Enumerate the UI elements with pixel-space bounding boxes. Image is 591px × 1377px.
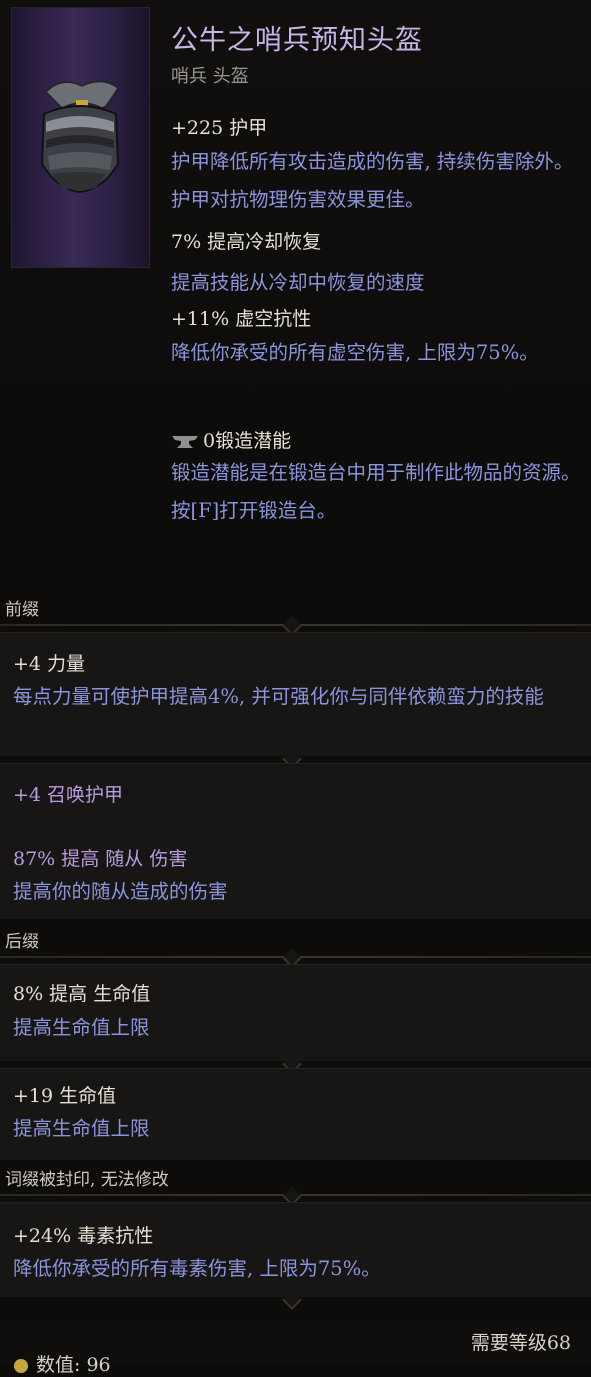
- item-type: 哨兵 头盔: [171, 66, 249, 87]
- anvil-icon: [172, 436, 198, 448]
- item-value-text: 数值: 96: [36, 1354, 111, 1376]
- affix-stat: +4 力量: [13, 653, 86, 675]
- affix-stat-secondary: 87% 提高 随从 伤害: [13, 848, 188, 870]
- forge-potential-value: 0锻造潜能: [203, 430, 292, 452]
- forge-potential-description: 锻造潜能是在锻造台中用于制作此物品的资源。按[F]打开锻造台。: [171, 461, 581, 522]
- required-level: 需要等级68: [470, 1332, 571, 1354]
- suffix-affix-health-flat[interactable]: +19 生命值 提高生命值上限: [0, 1068, 591, 1160]
- affix-description: 提高你的随从造成的伤害: [13, 880, 228, 903]
- cooldown-stat: 7% 提高冷却恢复: [171, 231, 322, 253]
- void-resistance-description: 降低你承受的所有虚空伤害, 上限为75%。: [171, 341, 539, 364]
- affix-description: 降低你承受的所有毒素伤害, 上限为75%。: [13, 1257, 381, 1280]
- affix-stat: +4 召唤护甲: [13, 784, 124, 806]
- armor-stat: +225 护甲: [171, 117, 268, 139]
- item-name: 公牛之哨兵预知头盔: [171, 25, 423, 56]
- affix-description: 每点力量可使护甲提高4%, 并可强化你与同伴依赖蛮力的技能: [13, 685, 544, 708]
- armor-description: 护甲降低所有攻击造成的伤害, 持续伤害除外。护甲对抗物理伤害效果更佳。: [171, 150, 574, 211]
- affix-stat: +24% 毒素抗性: [13, 1225, 154, 1247]
- affix-stat: 8% 提高 生命值: [13, 983, 151, 1005]
- void-resistance-stat: +11% 虚空抗性: [171, 308, 312, 330]
- affix-stat: +19 生命值: [13, 1085, 117, 1107]
- prefix-affix-strength[interactable]: +4 力量 每点力量可使护甲提高4%, 并可强化你与同伴依赖蛮力的技能: [0, 632, 591, 756]
- prefix-affix-minion[interactable]: +4 召唤护甲 87% 提高 随从 伤害 提高你的随从造成的伤害: [0, 763, 591, 919]
- item-portrait: [11, 7, 150, 268]
- helmet-icon: [40, 80, 120, 194]
- coin-icon: [14, 1359, 28, 1373]
- suffix-affix-health-percent[interactable]: 8% 提高 生命值 提高生命值上限: [0, 964, 591, 1061]
- affix-description: 提高生命值上限: [13, 1016, 150, 1039]
- cooldown-description: 提高技能从冷却中恢复的速度: [171, 271, 425, 294]
- forge-potential-stat: 0锻造潜能: [171, 426, 291, 453]
- affix-description: 提高生命值上限: [13, 1117, 150, 1140]
- item-value: 数值: 96: [14, 1350, 111, 1377]
- sealed-affix-poison: +24% 毒素抗性 降低你承受的所有毒素伤害, 上限为75%。: [0, 1202, 591, 1297]
